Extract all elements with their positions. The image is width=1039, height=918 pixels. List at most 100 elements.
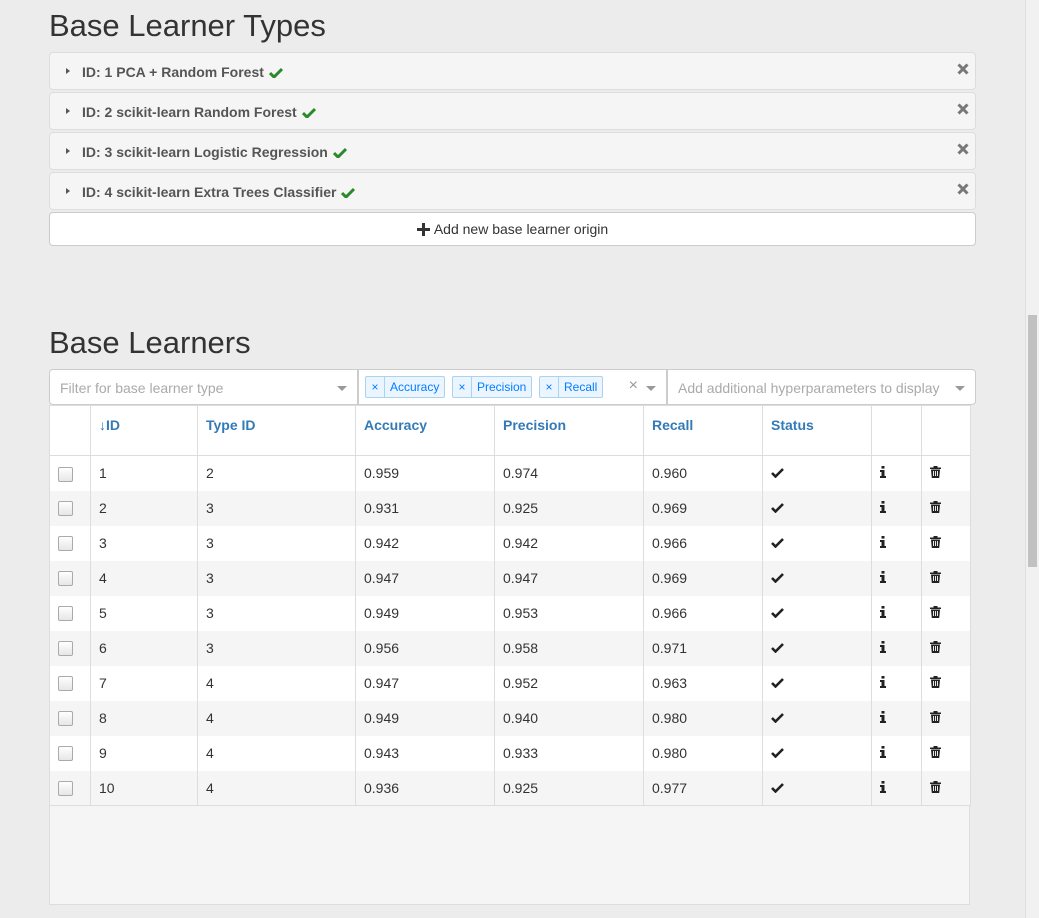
table-row[interactable]: 5 3 0.949 0.953 0.966 — [49, 595, 971, 631]
table-row[interactable]: 2 3 0.931 0.925 0.969 — [49, 490, 971, 526]
chevron-down-icon[interactable] — [646, 386, 656, 391]
trash-icon[interactable] — [930, 710, 941, 726]
panel-title-text: ID: 3 scikit-learn Logistic Regression — [82, 144, 328, 160]
info-icon[interactable] — [880, 640, 886, 656]
filter-bar: Filter for base learner type × Accuracy ×… — [49, 369, 976, 405]
cell-status — [762, 560, 872, 596]
caret-right-icon[interactable] — [66, 188, 70, 194]
info-icon[interactable] — [880, 780, 886, 796]
trash-icon[interactable] — [930, 780, 941, 796]
metrics-multiselect[interactable]: × Accuracy × Precision × Recall × — [358, 369, 667, 405]
column-header-recall[interactable]: Recall — [643, 405, 763, 456]
checkmark-icon — [332, 145, 347, 161]
remove-tag-icon[interactable]: × — [540, 377, 559, 397]
trash-icon[interactable] — [930, 605, 941, 621]
add-base-learner-origin-button[interactable]: Add new base learner origin — [49, 212, 976, 246]
info-icon[interactable] — [880, 570, 886, 586]
trash-icon[interactable] — [930, 745, 941, 761]
column-header-id[interactable]: ↓ID — [90, 405, 198, 456]
cell-type-id: 3 — [197, 525, 356, 561]
chevron-down-icon[interactable] — [955, 386, 965, 391]
row-checkbox[interactable] — [58, 641, 73, 657]
cell-status — [762, 595, 872, 631]
row-checkbox[interactable] — [58, 571, 73, 587]
info-icon[interactable] — [880, 605, 886, 621]
caret-right-icon[interactable] — [66, 148, 70, 154]
close-icon[interactable] — [957, 62, 969, 80]
cell-precision: 0.933 — [494, 735, 644, 771]
remove-tag-icon[interactable]: × — [453, 377, 472, 397]
vertical-scrollbar[interactable] — [1025, 0, 1039, 918]
trash-icon[interactable] — [930, 640, 941, 656]
column-header-type-id[interactable]: Type ID — [197, 405, 356, 456]
panel-title[interactable]: ID: 2 scikit-learn Random Forest — [82, 104, 316, 121]
cell-accuracy: 0.947 — [355, 560, 495, 596]
trash-icon[interactable] — [930, 675, 941, 691]
hyperparameters-multiselect[interactable]: Add additional hyperparameters to displa… — [667, 369, 976, 405]
base-learner-type-panel[interactable]: ID: 3 scikit-learn Logistic Regression — [49, 132, 976, 170]
base-learner-type-panel[interactable]: ID: 1 PCA + Random Forest — [49, 52, 976, 90]
base-learner-type-panel[interactable]: ID: 2 scikit-learn Random Forest — [49, 92, 976, 130]
row-checkbox[interactable] — [58, 676, 73, 692]
row-checkbox[interactable] — [58, 606, 73, 622]
trash-icon[interactable] — [930, 500, 941, 516]
row-checkbox[interactable] — [58, 746, 73, 762]
column-header-accuracy[interactable]: Accuracy — [355, 405, 495, 456]
checkmark-icon — [771, 570, 784, 586]
cell-type-id: 3 — [197, 560, 356, 596]
cell-id: 5 — [90, 595, 198, 631]
cell-id: 7 — [90, 665, 198, 701]
chevron-down-icon[interactable] — [337, 386, 347, 391]
scrollbar-thumb[interactable] — [1028, 315, 1037, 567]
trash-icon[interactable] — [930, 570, 941, 586]
row-checkbox[interactable] — [58, 466, 73, 482]
table-row[interactable]: 9 4 0.943 0.933 0.980 — [49, 735, 971, 771]
metric-tag-precision: × Precision — [452, 376, 533, 398]
panel-title[interactable]: ID: 3 scikit-learn Logistic Regression — [82, 144, 347, 161]
info-icon[interactable] — [880, 710, 886, 726]
close-icon[interactable] — [957, 102, 969, 120]
info-icon[interactable] — [880, 500, 886, 516]
info-icon[interactable] — [880, 745, 886, 761]
caret-right-icon[interactable] — [66, 68, 70, 74]
table-row[interactable]: 3 3 0.942 0.942 0.966 — [49, 525, 971, 561]
row-select-cell — [49, 735, 91, 771]
row-select-cell — [49, 665, 91, 701]
row-checkbox[interactable] — [58, 781, 73, 797]
cell-type-id: 4 — [197, 735, 356, 771]
base-learner-type-panel[interactable]: ID: 4 scikit-learn Extra Trees Classifie… — [49, 172, 976, 210]
table-row[interactable]: 1 2 0.959 0.974 0.960 — [49, 455, 971, 491]
remove-tag-icon[interactable]: × — [366, 377, 385, 397]
row-checkbox[interactable] — [58, 536, 73, 552]
caret-right-icon[interactable] — [66, 108, 70, 114]
info-icon[interactable] — [880, 675, 886, 691]
table-row[interactable]: 4 3 0.947 0.947 0.969 — [49, 560, 971, 596]
cell-delete — [921, 665, 971, 701]
close-icon[interactable] — [957, 142, 969, 160]
table-row[interactable]: 10 4 0.936 0.925 0.977 — [49, 770, 971, 806]
row-select-cell — [49, 770, 91, 806]
add-button-label: Add new base learner origin — [433, 221, 609, 237]
cell-status — [762, 525, 872, 561]
column-header-precision[interactable]: Precision — [494, 405, 644, 456]
base-learners-table: ↓ID Type ID Accuracy Precision Recall St… — [49, 405, 971, 806]
cell-status — [762, 770, 872, 806]
cell-recall: 0.966 — [643, 525, 763, 561]
row-checkbox[interactable] — [58, 501, 73, 517]
cell-accuracy: 0.936 — [355, 770, 495, 806]
close-icon[interactable] — [957, 182, 969, 200]
cell-precision: 0.953 — [494, 595, 644, 631]
trash-icon[interactable] — [930, 535, 941, 551]
panel-title[interactable]: ID: 4 scikit-learn Extra Trees Classifie… — [82, 184, 356, 201]
clear-all-icon[interactable]: × — [629, 377, 638, 395]
table-row[interactable]: 6 3 0.956 0.958 0.971 — [49, 630, 971, 666]
info-icon[interactable] — [880, 535, 886, 551]
column-header-status[interactable]: Status — [762, 405, 872, 456]
base-learner-type-filter[interactable]: Filter for base learner type — [49, 369, 358, 405]
panel-title[interactable]: ID: 1 PCA + Random Forest — [82, 64, 283, 81]
info-icon[interactable] — [880, 465, 886, 481]
table-row[interactable]: 8 4 0.949 0.940 0.980 — [49, 700, 971, 736]
row-checkbox[interactable] — [58, 711, 73, 727]
table-row[interactable]: 7 4 0.947 0.952 0.963 — [49, 665, 971, 701]
trash-icon[interactable] — [930, 465, 941, 481]
